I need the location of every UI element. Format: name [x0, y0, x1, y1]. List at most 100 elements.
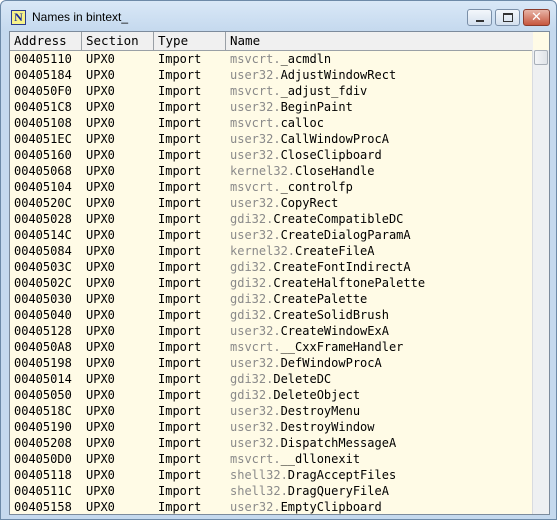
table-row[interactable]: 00405128 UPX0 Import user32.CreateWindowExA [10, 323, 533, 339]
table-row[interactable]: 004050A8 UPX0 Import msvcrt.__CxxFrameHandl… [10, 339, 533, 355]
address-cell: 004051EC [14, 132, 72, 146]
library-prefix: gdi32. [230, 308, 274, 322]
names-list-view[interactable]: Address Section Type Name 00405110 UPX0 Im… [9, 31, 550, 515]
address-cell: 00405050 [14, 388, 72, 402]
address-cell: 004051C8 [14, 100, 72, 114]
address-cell: 0040502C [14, 276, 72, 290]
address-cell: 00405014 [14, 372, 72, 386]
library-prefix: user32. [230, 100, 281, 114]
table-row[interactable]: 0040518C UPX0 Import user32.DestroyMenu [10, 403, 533, 419]
table-row[interactable]: 004051EC UPX0 Import user32.CallWindowProcA [10, 131, 533, 147]
address-cell: 0040518C [14, 404, 72, 418]
table-row[interactable]: 00405184 UPX0 Import user32.AdjustWindowRec… [10, 67, 533, 83]
type-cell: Import [158, 388, 202, 402]
name-cell: user32.AdjustWindowRect [226, 67, 533, 83]
section-cell: UPX0 [86, 484, 115, 498]
scrollbar-thumb[interactable] [534, 50, 548, 65]
type-cell: Import [158, 356, 202, 370]
table-row[interactable]: 0040514C UPX0 Import user32.CreateDialogPar… [10, 227, 533, 243]
table-row[interactable]: 00405050 UPX0 Import gdi32.DeleteObject [10, 387, 533, 403]
column-header-section[interactable]: Section [82, 32, 154, 50]
type-cell: Import [158, 292, 202, 306]
table-row[interactable]: 00405028 UPX0 Import gdi32.CreateCompatible… [10, 211, 533, 227]
table-row[interactable]: 00405014 UPX0 Import gdi32.DeleteDC [10, 371, 533, 387]
address-cell: 004050D0 [14, 452, 72, 466]
table-row[interactable]: 0040502C UPX0 Import gdi32.CreateHalftonePa… [10, 275, 533, 291]
function-name: DeleteDC [273, 372, 332, 386]
table-row[interactable]: 0040520C UPX0 Import user32.CopyRect [10, 195, 533, 211]
table-row[interactable]: 00405190 UPX0 Import user32.DestroyWindow [10, 419, 533, 435]
function-name: CreateHalftonePalette [273, 276, 426, 290]
address-cell: 00405030 [14, 292, 72, 306]
table-row[interactable]: 0040511C UPX0 Import shell32.DragQueryFileA [10, 483, 533, 499]
address-cell: 00405110 [14, 52, 72, 66]
app-icon[interactable]: N [11, 10, 26, 25]
section-cell: UPX0 [86, 468, 115, 482]
name-cell: user32.CopyRect [226, 195, 533, 211]
library-prefix: gdi32. [230, 260, 274, 274]
column-header: Address Section Type Name [10, 32, 533, 51]
library-prefix: user32. [230, 196, 281, 210]
address-cell: 0040503C [14, 260, 72, 274]
table-row[interactable]: 00405160 UPX0 Import user32.CloseClipboard [10, 147, 533, 163]
maximize-button[interactable] [495, 9, 520, 26]
function-name: CloseHandle [295, 164, 375, 178]
table-row[interactable]: 004051C8 UPX0 Import user32.BeginPaint [10, 99, 533, 115]
section-cell: UPX0 [86, 116, 115, 130]
table-row[interactable]: 00405068 UPX0 Import kernel32.CloseHandle [10, 163, 533, 179]
function-name: __dllonexit [280, 452, 361, 466]
table-row[interactable]: 00405198 UPX0 Import user32.DefWindowProcA [10, 355, 533, 371]
close-button[interactable]: ✕ [523, 9, 550, 26]
column-header-address[interactable]: Address [10, 32, 82, 50]
address-cell: 004050A8 [14, 340, 72, 354]
address-cell: 00405128 [14, 324, 72, 338]
table-row[interactable]: 00405110 UPX0 Import msvcrt._acmdln [10, 51, 533, 67]
library-prefix: user32. [230, 68, 281, 82]
section-cell: UPX0 [86, 100, 115, 114]
title-bar[interactable]: N Names in bintext_ ✕ [1, 1, 556, 31]
section-cell: UPX0 [86, 132, 115, 146]
table-row[interactable]: 0040503C UPX0 Import gdi32.CreateFontIndire… [10, 259, 533, 275]
type-cell: Import [158, 500, 202, 514]
name-cell: kernel32.CreateFileA [226, 243, 533, 259]
section-cell: UPX0 [86, 180, 115, 194]
type-cell: Import [158, 436, 202, 450]
type-cell: Import [158, 276, 202, 290]
vertical-scrollbar[interactable] [532, 50, 549, 514]
address-cell: 004050F0 [14, 84, 72, 98]
section-cell: UPX0 [86, 212, 115, 226]
library-prefix: user32. [230, 436, 281, 450]
close-icon: ✕ [531, 10, 542, 25]
table-row[interactable]: 00405104 UPX0 Import msvcrt._controlfp [10, 179, 533, 195]
table-row[interactable]: 00405084 UPX0 Import kernel32.CreateFileA [10, 243, 533, 259]
table-row[interactable]: 00405040 UPX0 Import gdi32.CreateSolidBrush [10, 307, 533, 323]
table-row[interactable]: 004050F0 UPX0 Import msvcrt._adjust_fdiv [10, 83, 533, 99]
library-prefix: user32. [230, 404, 281, 418]
table-row[interactable]: 00405158 UPX0 Import user32.EmptyClipboard [10, 499, 533, 514]
name-cell: gdi32.CreatePalette [226, 291, 533, 307]
type-cell: Import [158, 308, 202, 322]
table-row[interactable]: 00405208 UPX0 Import user32.DispatchMessage… [10, 435, 533, 451]
section-cell: UPX0 [86, 340, 115, 354]
library-prefix: gdi32. [230, 276, 274, 290]
library-prefix: user32. [230, 500, 281, 514]
minimize-button[interactable] [467, 9, 492, 26]
library-prefix: user32. [230, 132, 281, 146]
caption-buttons: ✕ [464, 9, 550, 27]
column-header-name[interactable]: Name [226, 32, 533, 50]
address-cell: 0040511C [14, 484, 72, 498]
function-name: __CxxFrameHandler [280, 340, 404, 354]
table-row[interactable]: 00405118 UPX0 Import shell32.DragAcceptFile… [10, 467, 533, 483]
type-cell: Import [158, 52, 202, 66]
table-row[interactable]: 00405030 UPX0 Import gdi32.CreatePalette [10, 291, 533, 307]
table-row[interactable]: 00405108 UPX0 Import msvcrt.calloc [10, 115, 533, 131]
column-header-type[interactable]: Type [154, 32, 226, 50]
table-row[interactable]: 004050D0 UPX0 Import msvcrt.__dllonexit [10, 451, 533, 467]
library-prefix: user32. [230, 356, 281, 370]
table-body: 00405110 UPX0 Import msvcrt._acmdln 00405184… [10, 51, 533, 514]
name-cell: gdi32.DeleteObject [226, 387, 533, 403]
function-name: CloseClipboard [280, 148, 382, 162]
library-prefix: msvcrt. [230, 52, 281, 66]
function-name: CreateSolidBrush [273, 308, 389, 322]
minimize-icon [475, 19, 484, 22]
